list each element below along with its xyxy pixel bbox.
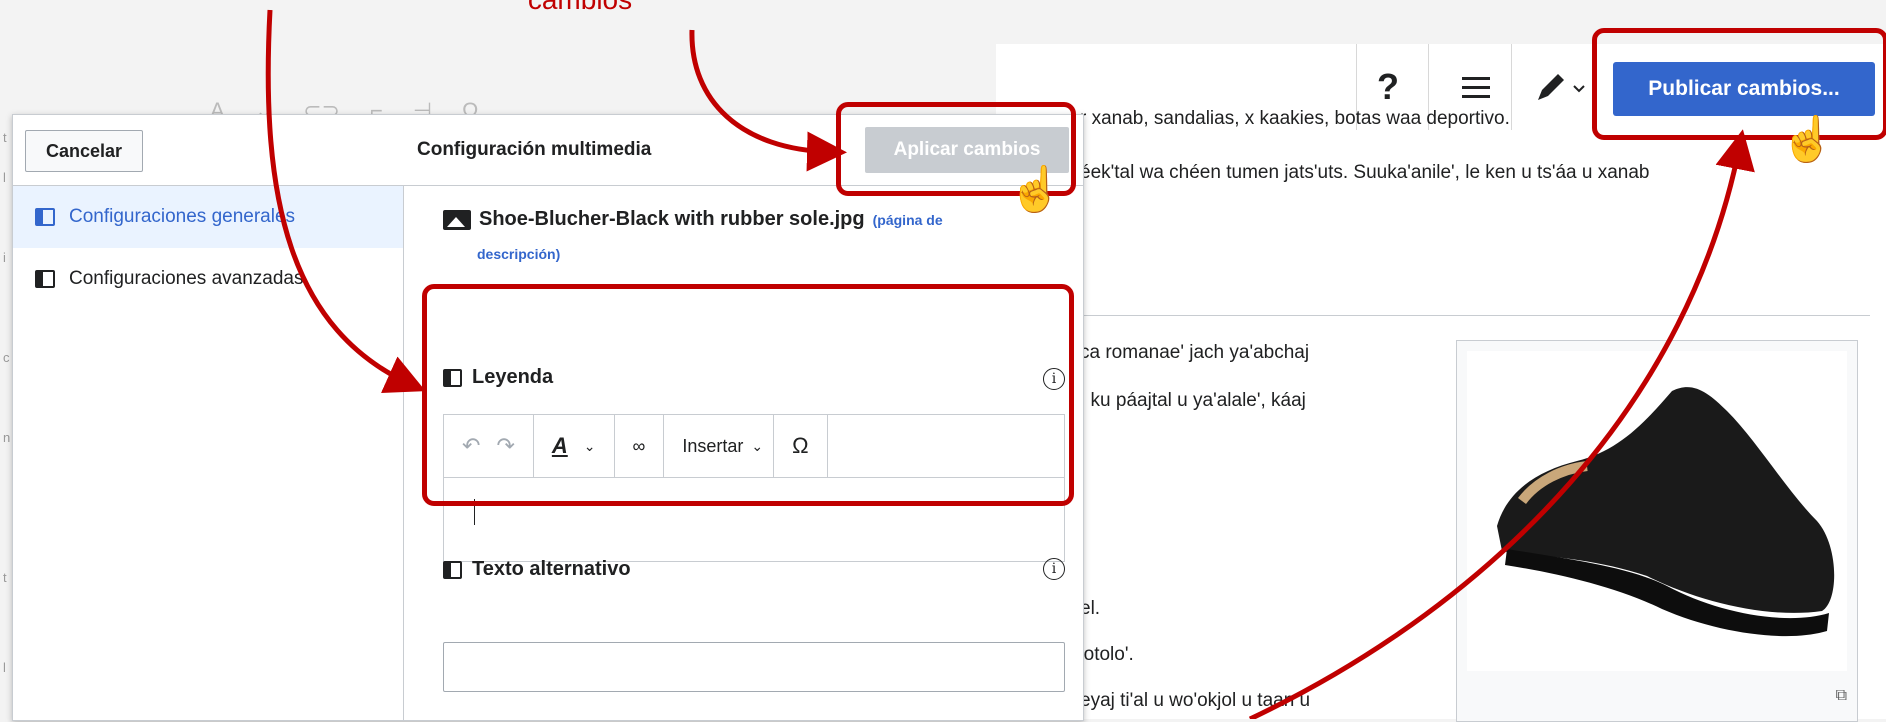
hand-cursor-icon: ☝	[1780, 115, 1835, 164]
arrow-to-caption	[265, 9, 426, 393]
arrow-to-apply	[689, 29, 847, 172]
arrow-to-publish	[1248, 129, 1755, 719]
annotation-arrows	[265, 9, 1755, 719]
hand-cursor-icon: ☝	[1008, 165, 1063, 214]
